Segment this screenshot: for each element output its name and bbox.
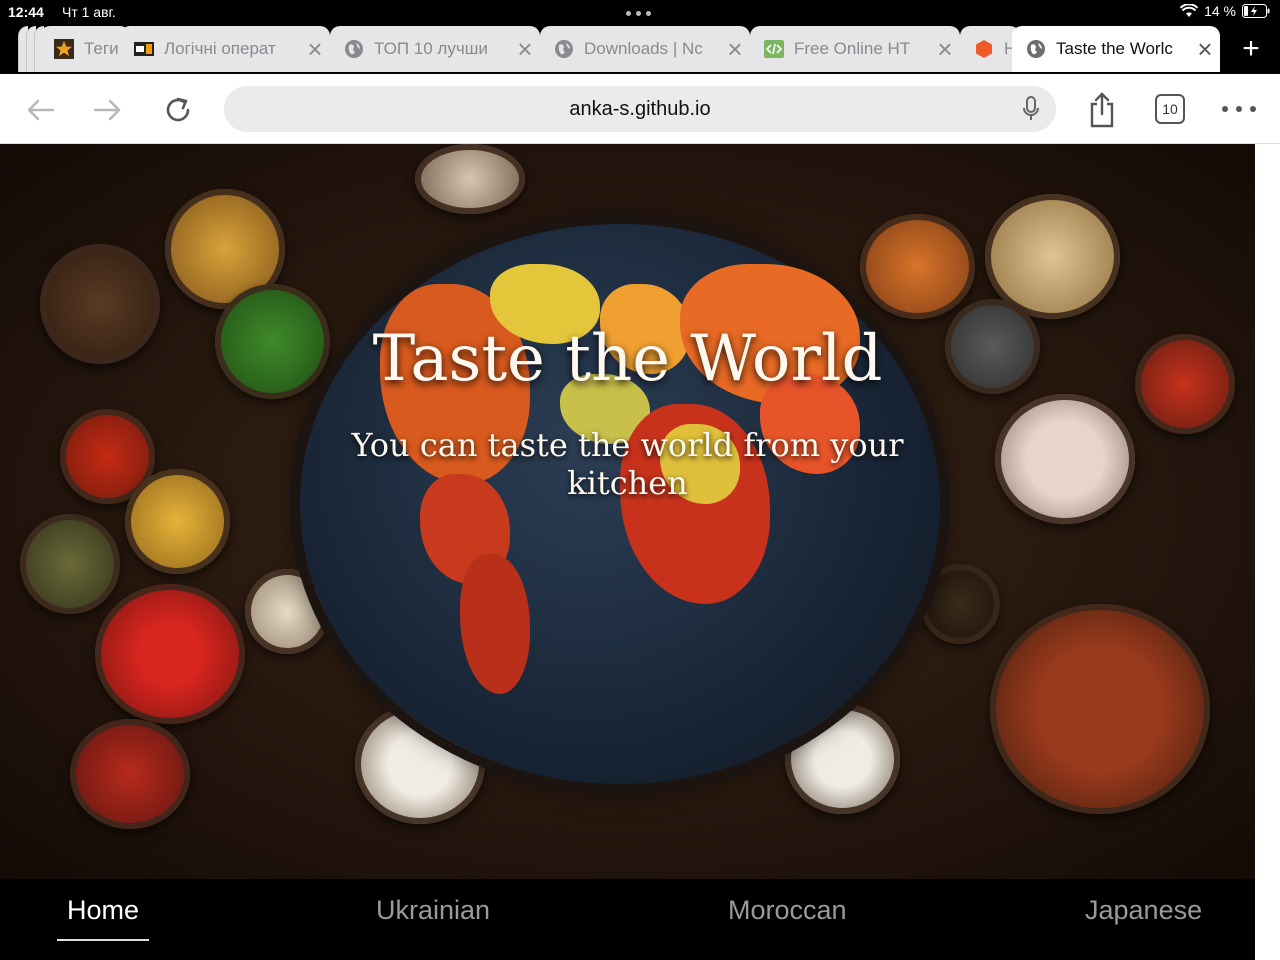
tab-h[interactable]: H xyxy=(960,26,1020,72)
close-tab-icon[interactable]: × xyxy=(1190,34,1220,64)
page-content: Taste the World You can taste the world … xyxy=(0,144,1255,960)
tab-title: Downloads | Nc xyxy=(584,39,703,58)
reload-icon xyxy=(166,97,190,122)
status-date: Чт 1 авг. xyxy=(62,4,116,20)
tab-title: Free Online HT xyxy=(794,39,911,58)
tab-logic-operators[interactable]: Логічні операт × xyxy=(120,26,330,72)
nav-japanese[interactable]: Japanese xyxy=(1085,895,1202,926)
hexagon-icon xyxy=(974,39,994,59)
close-tab-icon[interactable]: × xyxy=(510,34,540,64)
address-bar[interactable]: anka-s.github.io xyxy=(224,86,1056,132)
globe-icon xyxy=(554,39,574,59)
nav-home[interactable]: Home xyxy=(56,895,150,941)
hero-title: Taste the World xyxy=(372,322,883,396)
tab-count-button[interactable]: 10 xyxy=(1155,94,1185,124)
world-map-illustration xyxy=(300,224,940,784)
arrow-right-icon xyxy=(93,99,121,121)
status-bar: 12:44 Чт 1 авг. 14 % xyxy=(0,0,1280,26)
tab-strip: Теги Логічні операт × ТОП 10 лучши × Dow… xyxy=(0,26,1280,74)
close-tab-icon[interactable]: × xyxy=(930,34,960,64)
tab-taste-the-world[interactable]: Taste the Worlc × xyxy=(1012,26,1220,72)
site-nav: Home Ukrainian Moroccan Japanese xyxy=(0,879,1255,960)
tab-title: ТОП 10 лучши xyxy=(374,39,488,58)
tab-downloads[interactable]: Downloads | Nc × xyxy=(540,26,750,72)
forward-button[interactable] xyxy=(88,90,128,130)
microphone-icon[interactable] xyxy=(1022,96,1040,127)
reload-button[interactable] xyxy=(158,90,198,130)
wifi-icon xyxy=(1180,4,1199,18)
share-icon xyxy=(1090,92,1114,128)
close-tab-icon[interactable]: × xyxy=(720,34,750,64)
battery-charging-icon xyxy=(1242,4,1270,18)
share-button[interactable] xyxy=(1082,90,1122,130)
multitasking-dots[interactable] xyxy=(626,11,651,16)
more-menu-button[interactable] xyxy=(1222,94,1256,124)
nav-moroccan[interactable]: Moroccan xyxy=(728,895,847,926)
battery-percent: 14 % xyxy=(1204,3,1236,19)
globe-icon xyxy=(1026,39,1046,59)
back-button[interactable] xyxy=(20,90,60,130)
url-text: anka-s.github.io xyxy=(569,98,711,120)
new-tab-button[interactable]: + xyxy=(1234,32,1268,66)
globe-icon xyxy=(344,39,364,59)
tab-top10[interactable]: ТОП 10 лучши × xyxy=(330,26,540,72)
code-icon xyxy=(764,39,784,59)
close-tab-icon[interactable]: × xyxy=(300,34,330,64)
tab-title: Логічні операт xyxy=(164,39,276,58)
browser-toolbar: anka-s.github.io 10 xyxy=(0,74,1280,144)
page-scrollbar-gutter xyxy=(1255,144,1280,960)
nav-ukrainian[interactable]: Ukrainian xyxy=(376,895,490,926)
tab-free-online-html[interactable]: Free Online HT × xyxy=(750,26,960,72)
tab-title: Taste the Worlc xyxy=(1056,39,1173,58)
star-icon xyxy=(54,39,74,59)
status-time: 12:44 xyxy=(8,4,44,20)
site-badge-icon xyxy=(134,39,154,59)
tab-tags[interactable]: Теги xyxy=(40,26,130,72)
hero-image: Taste the World You can taste the world … xyxy=(0,144,1255,879)
hero-subtitle: You can taste the world from your kitche… xyxy=(351,426,904,502)
arrow-left-icon xyxy=(27,99,55,121)
